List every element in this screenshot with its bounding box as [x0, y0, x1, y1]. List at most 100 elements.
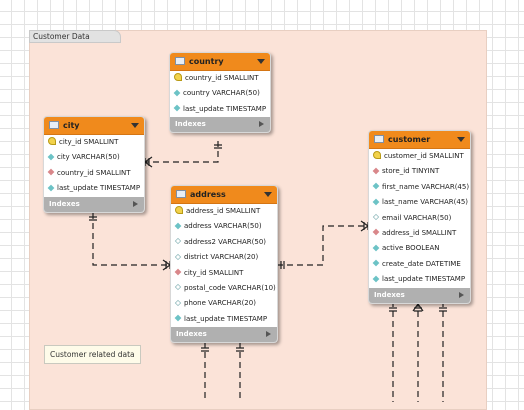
table-name: city: [63, 121, 80, 130]
column-row[interactable]: email VARCHAR(50): [369, 211, 470, 226]
column-row[interactable]: last_update TIMESTAMP: [369, 272, 470, 287]
table-city[interactable]: city city_id SMALLINT city VARCHAR(50) c…: [43, 116, 145, 213]
column-row[interactable]: postal_code VARCHAR(10): [171, 281, 277, 296]
rel-city-address: [92, 213, 170, 266]
collapse-caret-icon[interactable]: [457, 137, 465, 142]
not-null-column-icon: [372, 259, 380, 267]
table-name: address: [190, 190, 226, 199]
expand-arrow-icon[interactable]: [133, 200, 138, 207]
table-customer[interactable]: customer customer_id SMALLINT store_id T…: [368, 130, 471, 304]
column-row[interactable]: district VARCHAR(20): [171, 250, 277, 265]
column-row[interactable]: first_name VARCHAR(45): [369, 180, 470, 195]
not-null-column-icon: [173, 104, 181, 112]
column-label: customer_id SMALLINT: [384, 152, 464, 160]
not-null-column-icon: [173, 89, 181, 97]
table-header[interactable]: customer: [369, 131, 470, 149]
foreign-key-icon: [47, 168, 55, 176]
column-label: country_id SMALLINT: [57, 168, 131, 177]
table-country[interactable]: country country_id SMALLINT country VARC…: [169, 52, 271, 134]
column-row[interactable]: address VARCHAR(50): [171, 219, 277, 234]
indexes-label: Indexes: [176, 330, 207, 339]
column-row[interactable]: city_id SMALLINT: [171, 266, 277, 281]
rel-address-customer: [277, 225, 368, 266]
column-row[interactable]: city_id SMALLINT: [44, 135, 144, 150]
column-label: address_id SMALLINT: [186, 207, 261, 215]
column-label: city_id SMALLINT: [184, 268, 244, 277]
column-row[interactable]: country VARCHAR(50): [170, 86, 270, 101]
foreign-key-icon: [174, 268, 182, 276]
table-header[interactable]: country: [170, 53, 270, 71]
collapse-caret-icon[interactable]: [131, 123, 139, 128]
not-null-column-icon: [372, 244, 380, 252]
column-label: postal_code VARCHAR(10): [184, 283, 276, 292]
expand-arrow-icon[interactable]: [259, 121, 264, 128]
note-box[interactable]: Customer related data: [44, 345, 141, 364]
not-null-column-icon: [174, 222, 182, 230]
column-label: address VARCHAR(50): [184, 222, 262, 231]
column-row[interactable]: country_id SMALLINT: [44, 166, 144, 181]
nullable-column-icon: [174, 284, 182, 291]
column-label: country VARCHAR(50): [183, 89, 260, 98]
rel-country-city: [145, 141, 219, 163]
not-null-column-icon: [372, 182, 380, 190]
not-null-column-icon: [372, 275, 380, 283]
column-row[interactable]: address2 VARCHAR(50): [171, 235, 277, 250]
not-null-column-icon: [47, 184, 55, 192]
indexes-footer[interactable]: Indexes: [369, 287, 470, 303]
indexes-label: Indexes: [175, 120, 206, 129]
column-row[interactable]: store_id TINYINT: [369, 164, 470, 179]
column-label: city_id SMALLINT: [59, 138, 119, 146]
table-header[interactable]: address: [171, 186, 277, 204]
collapse-caret-icon[interactable]: [264, 192, 272, 197]
column-label: country_id SMALLINT: [185, 74, 259, 82]
column-row[interactable]: last_update TIMESTAMP: [171, 312, 277, 327]
column-label: create_date DATETIME: [382, 259, 461, 268]
primary-key-icon: [175, 205, 183, 214]
column-label: district VARCHAR(20): [184, 253, 259, 262]
table-icon: [374, 135, 384, 143]
column-label: last_update TIMESTAMP: [382, 275, 466, 284]
foreign-key-icon: [372, 229, 380, 236]
table-name: country: [189, 57, 224, 66]
nullable-column-icon: [174, 238, 182, 245]
column-row[interactable]: last_name VARCHAR(45): [369, 195, 470, 210]
primary-key-icon: [174, 72, 182, 81]
column-label: address2 VARCHAR(50): [184, 237, 266, 246]
column-label: last_name VARCHAR(45): [382, 198, 469, 207]
foreign-key-icon: [372, 167, 380, 175]
column-row[interactable]: country_id SMALLINT: [170, 71, 270, 86]
expand-arrow-icon[interactable]: [266, 331, 271, 338]
column-row[interactable]: create_date DATETIME: [369, 257, 470, 272]
indexes-footer[interactable]: Indexes: [170, 117, 270, 133]
column-label: first_name VARCHAR(45): [382, 182, 470, 191]
column-label: address_id SMALLINT: [382, 228, 457, 237]
column-row[interactable]: last_update TIMESTAMP: [170, 102, 270, 117]
column-row[interactable]: customer_id SMALLINT: [369, 149, 470, 164]
nullable-column-icon: [174, 299, 182, 307]
column-row[interactable]: last_update TIMESTAMP: [44, 181, 144, 196]
column-label: city VARCHAR(50): [57, 153, 120, 162]
table-icon: [49, 121, 59, 129]
not-null-column-icon: [47, 153, 55, 161]
column-label: last_update TIMESTAMP: [184, 314, 268, 323]
column-row[interactable]: address_id SMALLINT: [369, 226, 470, 241]
indexes-label: Indexes: [49, 199, 80, 208]
column-row[interactable]: city VARCHAR(50): [44, 150, 144, 165]
column-row[interactable]: address_id SMALLINT: [171, 204, 277, 219]
table-icon: [176, 190, 186, 198]
column-row[interactable]: phone VARCHAR(20): [171, 296, 277, 311]
table-header[interactable]: city: [44, 117, 144, 135]
column-label: phone VARCHAR(20): [184, 299, 256, 308]
indexes-label: Indexes: [374, 290, 405, 299]
primary-key-icon: [48, 136, 56, 145]
table-address[interactable]: address address_id SMALLINT address VARC…: [170, 185, 278, 344]
indexes-footer[interactable]: Indexes: [44, 196, 144, 212]
column-row[interactable]: active BOOLEAN: [369, 241, 470, 256]
column-label: email VARCHAR(50): [382, 213, 452, 222]
indexes-footer[interactable]: Indexes: [171, 327, 277, 343]
not-null-column-icon: [174, 314, 182, 322]
nullable-column-icon: [174, 253, 182, 260]
column-label: active BOOLEAN: [382, 244, 440, 253]
collapse-caret-icon[interactable]: [257, 59, 265, 64]
expand-arrow-icon[interactable]: [459, 291, 464, 298]
